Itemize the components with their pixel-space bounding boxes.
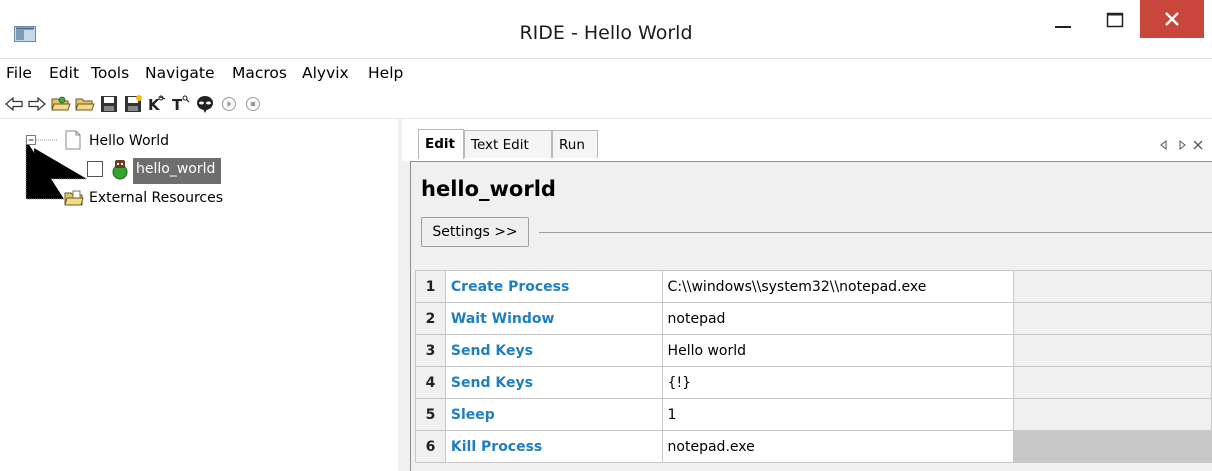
row-number: 4 bbox=[415, 366, 446, 399]
empty-argument-cell[interactable] bbox=[1012, 366, 1212, 399]
svg-text:T: T bbox=[172, 96, 183, 114]
save-icon[interactable] bbox=[99, 94, 119, 114]
empty-argument-cell[interactable] bbox=[1012, 334, 1212, 367]
menu-bar: File Edit Tools Navigate Macros Alyvix H… bbox=[0, 60, 1212, 88]
table-row: 4 Send Keys {!} bbox=[415, 366, 1212, 399]
testcase-checkbox[interactable] bbox=[87, 161, 103, 177]
row-number: 3 bbox=[415, 334, 446, 367]
row-number: 6 bbox=[415, 430, 446, 463]
table-row: 1 Create Process C:\\windows\\system32\\no… bbox=[415, 270, 1212, 303]
menu-navigate[interactable]: Navigate bbox=[145, 64, 215, 82]
tab-close-icon bbox=[1193, 140, 1203, 150]
open-folder-icon[interactable] bbox=[75, 94, 95, 114]
tab-text-edit[interactable]: Text Edit bbox=[464, 130, 552, 158]
menu-edit[interactable]: Edit bbox=[49, 64, 79, 82]
close-button[interactable] bbox=[1140, 0, 1204, 38]
argument-cell[interactable]: C:\\windows\\system32\\notepad.exe bbox=[661, 270, 1014, 303]
testcase-title: hello_world bbox=[421, 177, 556, 201]
settings-button[interactable]: Settings >> bbox=[421, 217, 529, 247]
empty-argument-cell[interactable] bbox=[1012, 302, 1212, 335]
keyword-cell[interactable]: Wait Window bbox=[444, 302, 663, 335]
keyword-cell[interactable]: Sleep bbox=[444, 398, 663, 431]
search-tests-icon[interactable]: T bbox=[171, 94, 191, 114]
external-resources-icon bbox=[64, 190, 84, 206]
toolbar: K T bbox=[0, 90, 1212, 119]
row-number: 1 bbox=[415, 270, 446, 303]
table-row: 3 Send Keys Hello world bbox=[415, 334, 1212, 367]
tab-scroll-right-icon bbox=[1179, 139, 1186, 151]
settings-divider bbox=[539, 232, 1212, 233]
search-keywords-icon[interactable]: K bbox=[147, 94, 167, 114]
run-icon[interactable] bbox=[219, 94, 239, 114]
table-row: 6 Kill Process notepad.exe bbox=[415, 430, 1212, 463]
menu-alyvix[interactable]: Alyvix bbox=[302, 64, 349, 82]
row-number: 5 bbox=[415, 398, 446, 431]
back-arrow-icon[interactable] bbox=[4, 94, 24, 114]
argument-cell[interactable]: notepad.exe bbox=[661, 430, 1014, 463]
forward-arrow-icon[interactable] bbox=[27, 94, 47, 114]
table-row: 2 Wait Window notepad bbox=[415, 302, 1212, 335]
alyvix-alien-icon[interactable] bbox=[195, 94, 215, 114]
tab-nav-controls bbox=[1160, 139, 1203, 151]
collapse-toggle-icon[interactable] bbox=[26, 135, 36, 145]
tree-item-project[interactable]: Hello World bbox=[89, 133, 169, 149]
tree-item-testcase[interactable]: hello_world bbox=[136, 161, 215, 177]
open-directory-icon[interactable] bbox=[51, 94, 71, 114]
keyword-cell[interactable]: Create Process bbox=[444, 270, 663, 303]
keyword-cell[interactable]: Send Keys bbox=[444, 366, 663, 399]
empty-argument-cell[interactable] bbox=[1012, 430, 1212, 463]
empty-argument-cell[interactable] bbox=[1012, 398, 1212, 431]
keyword-cell[interactable]: Send Keys bbox=[444, 334, 663, 367]
menu-file[interactable]: File bbox=[6, 64, 32, 82]
minimize-button[interactable] bbox=[1043, 0, 1083, 40]
keyword-cell[interactable]: Kill Process bbox=[444, 430, 663, 463]
save-all-icon[interactable] bbox=[123, 94, 143, 114]
tab-run[interactable]: Run bbox=[552, 130, 598, 158]
suite-file-icon bbox=[65, 130, 81, 150]
testcase-robot-icon bbox=[112, 160, 128, 180]
menu-help[interactable]: Help bbox=[368, 64, 403, 82]
maximize-button[interactable] bbox=[1090, 0, 1138, 40]
menu-macros[interactable]: Macros bbox=[232, 64, 287, 82]
menu-tools[interactable]: Tools bbox=[91, 64, 129, 82]
tab-scroll-left-icon bbox=[1160, 139, 1167, 151]
tree-item-external-resources[interactable]: External Resources bbox=[89, 190, 223, 206]
steps-grid: 1 Create Process C:\\windows\\system32\\no… bbox=[415, 270, 1212, 463]
stop-icon[interactable] bbox=[243, 94, 263, 114]
row-number: 2 bbox=[415, 302, 446, 335]
argument-cell[interactable]: notepad bbox=[661, 302, 1014, 335]
tab-edit[interactable]: Edit bbox=[418, 129, 464, 159]
table-row: 5 Sleep 1 bbox=[415, 398, 1212, 431]
window-title: RIDE - Hello World bbox=[519, 22, 693, 44]
argument-cell[interactable]: {!} bbox=[661, 366, 1014, 399]
empty-argument-cell[interactable] bbox=[1012, 270, 1212, 303]
title-bar: RIDE - Hello World bbox=[0, 0, 1212, 59]
argument-cell[interactable]: Hello world bbox=[661, 334, 1014, 367]
argument-cell[interactable]: 1 bbox=[661, 398, 1014, 431]
